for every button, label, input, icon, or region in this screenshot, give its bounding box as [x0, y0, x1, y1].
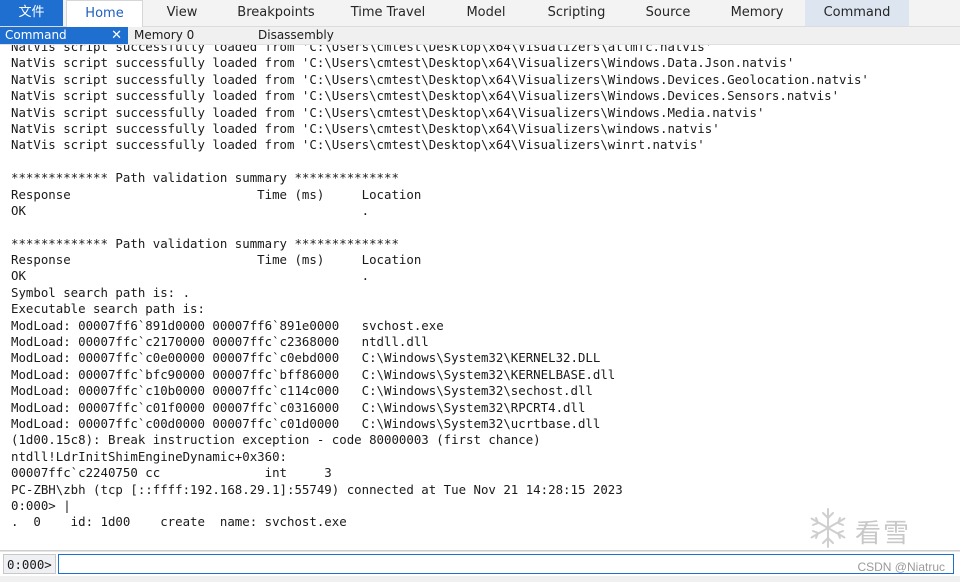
output-line: . 0 id: 1d00 create name: svchost.exe [11, 514, 347, 530]
output-line: ModLoad: 00007ffc`c01f0000 00007ffc`c031… [11, 399, 586, 415]
command-output-pane[interactable]: NatVis script successfully loaded from '… [0, 45, 960, 550]
output-line: (1d00.15c8): Break instruction exception… [11, 432, 541, 448]
output-line: OK . [11, 268, 370, 284]
output-line: ModLoad: 00007ffc`c2170000 00007ffc`c236… [11, 334, 429, 350]
status-strip [0, 576, 960, 582]
credit-text: CSDN @Niatruc [857, 560, 945, 574]
watermark-logo: 看雪 [805, 505, 940, 555]
output-line: Response Time (ms) Location [11, 186, 422, 202]
output-line: NatVis script successfully loaded from '… [11, 55, 795, 71]
output-line: NatVis script successfully loaded from '… [11, 104, 765, 120]
doc-tab-disassembly[interactable]: Disassembly [258, 27, 368, 44]
output-line: ModLoad: 00007ffc`c00d0000 00007ffc`c01d… [11, 415, 601, 431]
ribbon-tab-bar: 文件 Home View Breakpoints Time Travel Mod… [0, 0, 960, 27]
output-line: ModLoad: 00007ffc`c10b0000 00007ffc`c114… [11, 383, 593, 399]
doc-tab-command[interactable]: Command ✕ [0, 27, 128, 44]
output-line: NatVis script successfully loaded from '… [11, 137, 705, 153]
ribbon-tab-file[interactable]: 文件 [0, 0, 63, 26]
ribbon-tab-breakpoints[interactable]: Breakpoints [221, 0, 331, 26]
output-line: Symbol search path is: . [11, 284, 191, 300]
output-line: Executable search path is: [11, 301, 205, 317]
snowflake-icon [810, 508, 846, 548]
output-line: OK . [11, 202, 370, 218]
command-prompt-label: 0:000> [3, 554, 56, 574]
command-bar: 0:000> [0, 551, 960, 576]
command-input[interactable] [58, 554, 954, 574]
output-line: ntdll!LdrInitShimEngineDynamic+0x360: [11, 448, 288, 464]
document-tab-bar: Command ✕ Memory 0 Disassembly [0, 27, 960, 45]
ribbon-tab-home[interactable]: Home [66, 0, 143, 27]
ribbon-tab-model[interactable]: Model [445, 0, 527, 26]
output-line: 0:000> | [11, 497, 71, 513]
command-output-text: NatVis script successfully loaded from '… [11, 45, 869, 531]
output-line: ModLoad: 00007ffc`bfc90000 00007ffc`bff8… [11, 366, 616, 382]
output-line: ************* Path validation summary **… [11, 235, 399, 251]
output-line: PC-ZBH\zbh (tcp [::ffff:192.168.29.1]:55… [11, 481, 623, 497]
output-line: NatVis script successfully loaded from '… [11, 88, 840, 104]
output-line: NatVis script successfully loaded from '… [11, 71, 869, 87]
output-line: ************* Path validation summary **… [11, 170, 399, 186]
output-line: NatVis script successfully loaded from '… [11, 120, 720, 136]
ribbon-tab-source[interactable]: Source [626, 0, 710, 26]
ribbon-tab-view[interactable]: View [143, 0, 221, 26]
watermark-text: 看雪 [855, 519, 912, 549]
output-line: NatVis script successfully loaded from '… [11, 45, 713, 54]
ribbon-tab-scripting[interactable]: Scripting [527, 0, 626, 26]
doc-tab-memory-0[interactable]: Memory 0 [134, 27, 244, 44]
close-icon[interactable]: ✕ [111, 27, 122, 44]
ribbon-tab-command[interactable]: Command [805, 0, 909, 26]
doc-tab-command-label: Command [5, 28, 67, 42]
output-line: ModLoad: 00007ffc`c0e00000 00007ffc`c0eb… [11, 350, 601, 366]
ribbon-tab-time-travel[interactable]: Time Travel [331, 0, 445, 26]
output-line: 00007ffc`c2240750 cc int 3 [11, 465, 332, 481]
output-line: ModLoad: 00007ff6`891d0000 00007ff6`891e… [11, 317, 444, 333]
output-line: Response Time (ms) Location [11, 252, 422, 268]
ribbon-tab-memory[interactable]: Memory [710, 0, 804, 26]
